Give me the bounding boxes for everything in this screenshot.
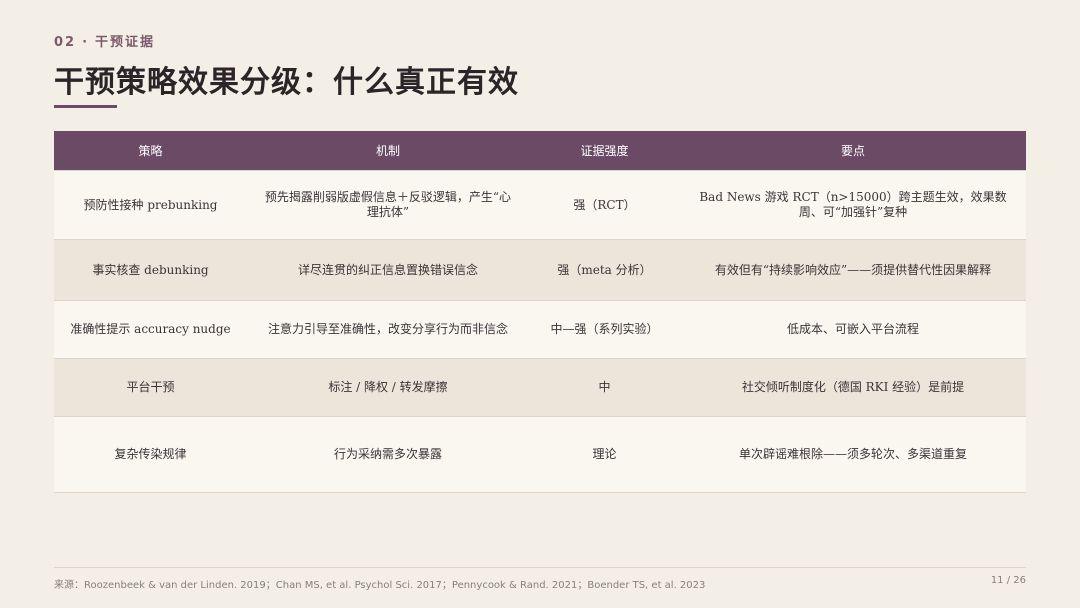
page-title: 干预策略效果分级：什么真正有效: [54, 65, 519, 100]
cell-strategy: 复杂传染规律: [54, 416, 247, 493]
section-number: 02: [54, 35, 77, 50]
cell-key-points: Bad News 游戏 RCT（n>15000）跨主题生效，效果数周、可“加强针…: [680, 170, 1026, 240]
table-row: 预防性接种 prebunking 预先揭露削弱版虚假信息＋反驳逻辑，产生“心理抗…: [54, 170, 1026, 240]
section-label: 02 · 干预证据: [54, 31, 155, 50]
title-underline: [54, 105, 117, 108]
cell-strategy: 事实核查 debunking: [54, 239, 247, 301]
table-row: 复杂传染规律 行为采纳需多次暴露 理论 单次辟谣难根除——须多轮次、多渠道重复: [54, 416, 1026, 493]
cell-key-points: 低成本、可嵌入平台流程: [680, 300, 1026, 359]
cell-strategy: 预防性接种 prebunking: [54, 170, 247, 240]
cell-mechanism: 行为采纳需多次暴露: [247, 416, 529, 493]
cell-mechanism: 注意力引导至准确性，改变分享行为而非信念: [247, 300, 529, 359]
source-citation: 来源：Roozenbeek & van der Linden. 2019；Cha…: [54, 580, 706, 591]
footer-divider: [54, 567, 1026, 568]
cell-key-points: 社交倾听制度化（德国 RKI 经验）是前提: [680, 358, 1026, 417]
header-key-points: 要点: [680, 131, 1026, 171]
cell-strategy: 平台干预: [54, 358, 247, 417]
cell-strategy: 准确性提示 accuracy nudge: [54, 300, 247, 359]
table-row: 事实核查 debunking 详尽连贯的纠正信息置换错误信念 强（meta 分析…: [54, 239, 1026, 301]
header-strategy: 策略: [54, 131, 247, 171]
cell-evidence: 理论: [529, 416, 680, 493]
strategy-table: 策略 机制 证据强度 要点 预防性接种 prebunking 预先揭露削弱版虚假…: [54, 131, 1026, 493]
cell-key-points: 有效但有“持续影响效应”——须提供替代性因果解释: [680, 239, 1026, 301]
table-row: 准确性提示 accuracy nudge 注意力引导至准确性，改变分享行为而非信…: [54, 300, 1026, 359]
cell-mechanism: 标注 / 降权 / 转发摩擦: [247, 358, 529, 417]
cell-mechanism: 预先揭露削弱版虚假信息＋反驳逻辑，产生“心理抗体”: [247, 170, 529, 240]
table-header-row: 策略 机制 证据强度 要点: [54, 131, 1026, 171]
header-evidence: 证据强度: [529, 131, 680, 171]
cell-evidence: 中—强（系列实验）: [529, 300, 680, 359]
cell-evidence: 强（RCT）: [529, 170, 680, 240]
header-mechanism: 机制: [247, 131, 529, 171]
cell-evidence: 强（meta 分析）: [529, 239, 680, 301]
page-number: 11 / 26: [990, 575, 1026, 586]
table-row: 平台干预 标注 / 降权 / 转发摩擦 中 社交倾听制度化（德国 RKI 经验）…: [54, 358, 1026, 417]
cell-key-points: 单次辟谣难根除——须多轮次、多渠道重复: [680, 416, 1026, 493]
cell-mechanism: 详尽连贯的纠正信息置换错误信念: [247, 239, 529, 301]
cell-evidence: 中: [529, 358, 680, 417]
section-name: 干预证据: [95, 35, 156, 50]
section-separator: ·: [82, 35, 90, 50]
